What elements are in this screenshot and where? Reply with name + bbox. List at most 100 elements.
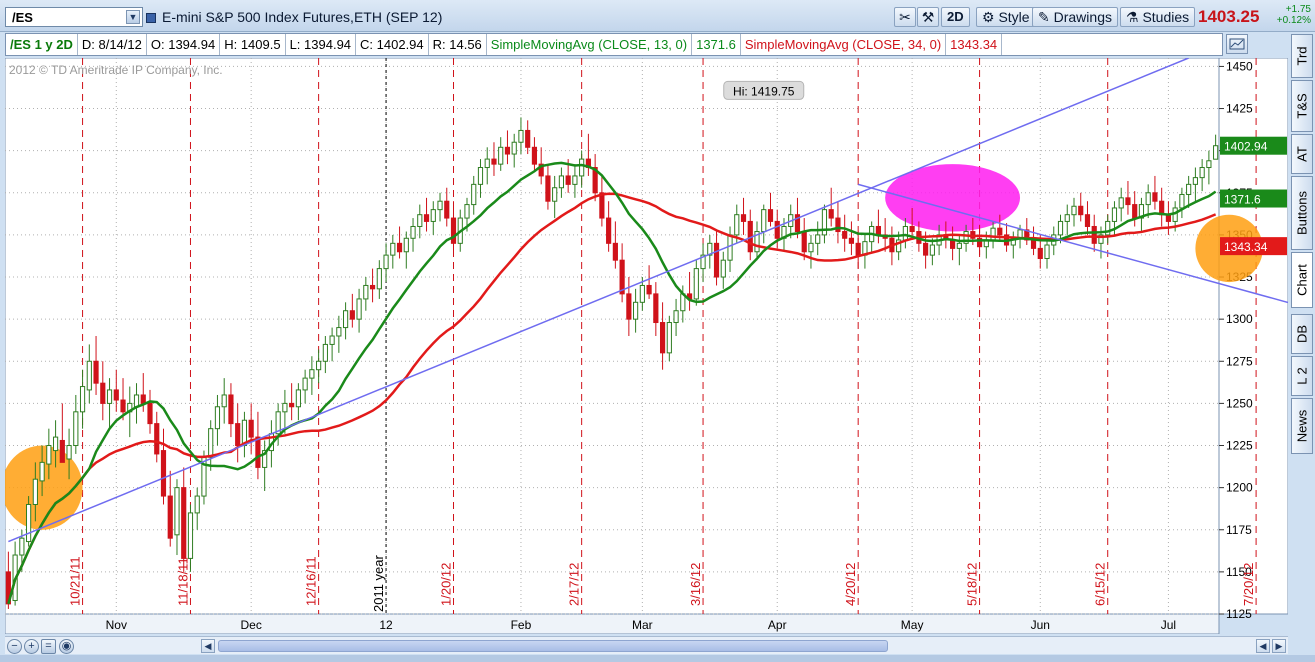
candle-body — [1132, 204, 1138, 219]
plot-background — [4, 57, 1220, 615]
chart-settings-icon[interactable] — [1226, 34, 1248, 54]
candle-body — [1125, 197, 1131, 206]
expiry-label: 2/17/12 — [567, 563, 582, 606]
candle-body — [403, 237, 409, 253]
chart-info-bar: /ES 1 y 2D D: 8/14/12 O: 1394.94 H: 1409… — [5, 33, 1223, 56]
instrument-icon — [146, 13, 156, 23]
price-chart[interactable]: 1125115011751200122512501275130013251350… — [1, 57, 1315, 635]
candle-body — [909, 225, 915, 233]
drawings-button[interactable]: ✎ Drawings — [1032, 7, 1118, 27]
wrench-icon[interactable]: ⚒ — [917, 7, 939, 27]
scroll-left-end-icon[interactable]: ◀ — [1256, 639, 1270, 653]
tab-news[interactable]: News — [1291, 398, 1313, 454]
candle-body — [612, 242, 618, 261]
candle-body — [295, 389, 301, 408]
candle-body — [66, 445, 72, 460]
chart-scrollbar[interactable]: − + = ◉ ◀ ◀ ▶ — [5, 636, 1288, 654]
candle-body — [113, 389, 119, 401]
candle-body — [174, 487, 180, 536]
scrollbar-thumb[interactable] — [218, 640, 888, 652]
candle-body — [289, 402, 295, 408]
y-tick-label: 1125 — [1226, 607, 1252, 621]
chart-settings-glyph — [1229, 38, 1245, 50]
bar-low: L: 1394.94 — [286, 34, 357, 55]
expiry-label: 1/20/12 — [439, 563, 454, 606]
tab-buttons[interactable]: Buttons — [1291, 176, 1313, 250]
candle-body — [1179, 193, 1185, 209]
hi-annotation-label: Hi: 1419.75 — [733, 84, 795, 98]
candle-body — [309, 369, 315, 379]
candle-body — [484, 158, 490, 169]
bar-date: D: 8/14/12 — [78, 34, 147, 55]
tab-trd-label: Trd — [1294, 46, 1310, 66]
candle-body — [160, 450, 167, 497]
candle-body — [390, 242, 396, 256]
expiry-label: 10/21/11 — [68, 556, 83, 606]
candle-body — [369, 284, 376, 290]
zoom-in-icon[interactable]: + — [24, 639, 39, 654]
candle-body — [1111, 207, 1118, 222]
scroll-left-icon[interactable]: ◀ — [201, 639, 215, 653]
expiry-label: 12/16/11 — [304, 556, 319, 606]
studies-button[interactable]: ⚗ Studies — [1120, 7, 1196, 27]
candle-body — [417, 214, 423, 227]
candle-body — [498, 146, 504, 165]
bar-open: O: 1394.94 — [147, 34, 221, 55]
candle-body — [93, 360, 99, 384]
zoom-out-icon[interactable]: − — [7, 639, 22, 654]
candle-body — [19, 537, 25, 556]
scissors-icon[interactable]: ✂ — [894, 7, 916, 27]
tab-trd[interactable]: Trd — [1291, 34, 1313, 78]
candle-body — [1186, 183, 1192, 195]
candle-body — [646, 284, 652, 295]
tab-db-label: DB — [1294, 324, 1310, 344]
candle-body — [801, 231, 807, 253]
candle-body — [376, 268, 382, 290]
style-button[interactable]: ⚙ Style — [976, 7, 1036, 27]
side-tab-strip: Trd T&S AT Buttons Chart DB L 2 News — [1290, 34, 1315, 634]
x-month-label: Nov — [106, 618, 127, 632]
chevron-down-icon[interactable]: ▼ — [126, 10, 140, 24]
tab-at[interactable]: AT — [1291, 134, 1313, 174]
candle-body — [626, 293, 632, 320]
candle-body — [1037, 247, 1043, 259]
candle-body — [842, 231, 848, 239]
candle-body — [140, 394, 146, 404]
candle-body — [1152, 192, 1158, 202]
candle-body — [383, 254, 389, 270]
instrument-title: E-mini S&P 500 Index Futures,ETH (SEP 12… — [146, 9, 442, 25]
candle-body — [558, 175, 565, 189]
x-month-label: Dec — [241, 618, 262, 632]
tab-db[interactable]: DB — [1291, 314, 1313, 354]
symbol-period[interactable]: /ES 1 y 2D — [6, 34, 78, 55]
candle-body — [120, 399, 126, 413]
tab-ts[interactable]: T&S — [1291, 80, 1313, 132]
chart-area[interactable]: 1125115011751200122512501275130013251350… — [1, 57, 1315, 635]
tab-l2[interactable]: L 2 — [1291, 356, 1313, 396]
style-icon: ⚙ — [982, 9, 995, 25]
candle-body — [471, 183, 477, 206]
tab-chart[interactable]: Chart — [1291, 252, 1313, 308]
zoom-reset-icon[interactable]: ◉ — [59, 639, 74, 654]
y-tick-label: 1300 — [1226, 312, 1253, 326]
tab-ts-label: T&S — [1294, 93, 1310, 119]
candle-body — [282, 402, 288, 413]
symbol-text: /ES — [12, 10, 33, 25]
scroll-right-icon[interactable]: ▶ — [1272, 639, 1286, 653]
y-tick-label: 1275 — [1226, 354, 1253, 368]
pencil-icon: ✎ — [1038, 9, 1050, 25]
2d-button[interactable]: 2D — [941, 7, 970, 27]
candle-body — [923, 242, 929, 256]
sma13-label[interactable]: SimpleMovingAvg (CLOSE, 13, 0) — [487, 34, 693, 55]
candle-body — [167, 495, 173, 539]
candle-body — [1145, 192, 1151, 206]
sma34-label[interactable]: SimpleMovingAvg (CLOSE, 34, 0) — [741, 34, 947, 55]
price-label-last: 1402.94 — [1224, 140, 1268, 154]
zoom-fit-icon[interactable]: = — [41, 639, 56, 654]
candle-body — [221, 394, 227, 408]
symbol-input[interactable]: /ES ▼ — [5, 7, 143, 27]
candle-body — [1091, 225, 1097, 244]
sma13-value: 1371.6 — [692, 34, 741, 55]
candle-body — [848, 237, 855, 244]
candle-body — [929, 244, 935, 256]
